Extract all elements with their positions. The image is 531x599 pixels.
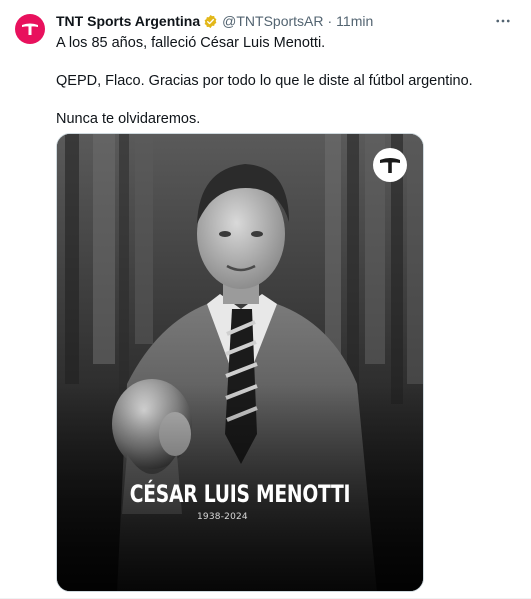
avatar[interactable]	[15, 14, 45, 44]
tweet[interactable]: TNT Sports Argentina @TNTSportsAR · 11mi…	[0, 0, 531, 599]
display-name[interactable]: TNT Sports Argentina	[56, 10, 200, 32]
tweet-text-line-2: QEPD, Flaco. Gracias por todo lo que le …	[56, 73, 473, 89]
tweet-header: TNT Sports Argentina @TNTSportsAR · 11mi…	[56, 10, 516, 32]
tweet-content: TNT Sports Argentina @TNTSportsAR · 11mi…	[56, 8, 516, 127]
image-overlay-name: CÉSAR LUIS MENOTTI	[129, 480, 351, 508]
tnt-logo-icon	[373, 148, 407, 182]
more-horizontal-icon	[496, 19, 510, 23]
separator-dot: ·	[327, 13, 333, 29]
more-options-button[interactable]	[490, 8, 516, 34]
tweet-text-line-3: Nunca te olvidaremos.	[56, 111, 201, 127]
tweet-media-image[interactable]: CÉSAR LUIS MENOTTI 1938-2024	[56, 133, 424, 592]
handle[interactable]: @TNTSportsAR	[222, 10, 323, 32]
timestamp[interactable]: 11min	[336, 10, 373, 32]
verified-badge-icon[interactable]	[203, 14, 218, 29]
image-overlay-years: 1938-2024	[197, 512, 248, 522]
tweet-text-line-1: A los 85 años, falleció César Luis Menot…	[56, 35, 326, 51]
menotti-photo	[57, 134, 423, 591]
tnt-avatar-logo-icon	[22, 23, 38, 35]
